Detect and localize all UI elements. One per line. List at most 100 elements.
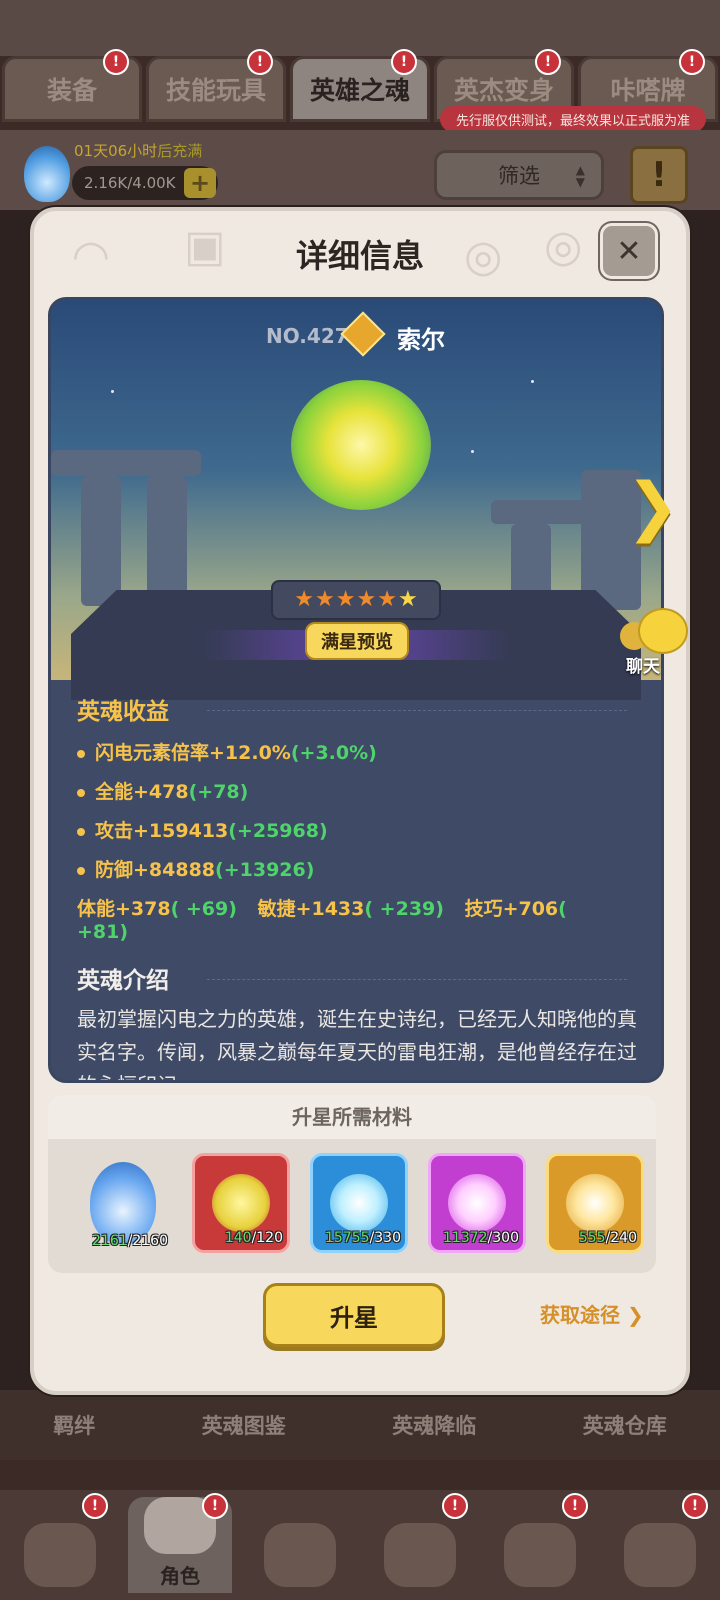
monster-icon xyxy=(624,1523,696,1587)
tab-label: 技能玩具 xyxy=(165,76,266,105)
upgrade-star-button[interactable]: 升星 xyxy=(263,1283,445,1347)
alert-icon: ! xyxy=(682,1493,708,1519)
divider xyxy=(207,710,627,711)
sub-nav-soul-codex[interactable]: 英魂图鉴 xyxy=(202,1410,286,1440)
star-icon: ★ xyxy=(335,587,356,612)
tab-hero-soul[interactable]: 英雄之魂 ! xyxy=(290,49,430,122)
alert-icon: ! xyxy=(247,49,273,75)
materials-title: 升星所需材料 xyxy=(48,1095,656,1139)
bullet-icon xyxy=(77,788,85,797)
soul-flame-icon xyxy=(24,146,70,202)
blue-essence-icon xyxy=(330,1174,388,1232)
stat-label: 防御+84888 xyxy=(95,859,216,881)
sub-nav: 羁绊 英魂图鉴 英魂降临 英魂仓库 xyxy=(0,1390,720,1460)
alert-icon: ! xyxy=(679,49,705,75)
sub-nav-bond[interactable]: 羁绊 xyxy=(53,1410,95,1440)
full-star-preview-button[interactable]: 满星预览 xyxy=(305,622,409,660)
nav-item-battle[interactable] xyxy=(248,1497,352,1593)
sub-stat-bonus: ( +239) xyxy=(364,898,444,920)
material-have: 11372 xyxy=(443,1230,488,1246)
sub-stat-label: 技巧+706 xyxy=(464,898,559,920)
sub-stat-label: 敏捷+1433 xyxy=(257,898,365,920)
hero-shard-icon xyxy=(212,1174,270,1232)
star-icon: ★ xyxy=(377,587,397,612)
sub-stat: 敏捷+1433( +239) xyxy=(258,898,444,920)
close-icon[interactable]: ✕ xyxy=(600,223,658,279)
stat-label: 闪电元素倍率+12.0% xyxy=(95,742,291,764)
nav-item-companion[interactable]: ! xyxy=(8,1493,112,1593)
sub-stat: 体能+378( +69) xyxy=(77,898,237,920)
lightning-hero-icon xyxy=(291,380,431,510)
material-hero-shard[interactable]: 140/120 xyxy=(192,1153,290,1253)
sub-nav-soul-storage[interactable]: 英魂仓库 xyxy=(583,1410,667,1440)
nav-item-character[interactable]: 角色 ! xyxy=(128,1493,232,1593)
stat-bonus: (+25968) xyxy=(228,820,328,842)
hero-number: NO.427 xyxy=(266,324,349,348)
divider xyxy=(207,979,627,980)
material-have: 140 xyxy=(224,1230,252,1246)
stat-line: 防御+84888(+13926) xyxy=(77,855,637,882)
sky-star xyxy=(471,450,474,453)
tab-equipment[interactable]: 装备 ! xyxy=(2,49,142,122)
material-count: 2161/2160 xyxy=(92,1233,168,1249)
material-count: 555/240 xyxy=(579,1230,637,1246)
hero-name: 索尔 xyxy=(397,326,445,354)
rarity-gem-icon xyxy=(340,311,386,357)
bullet-icon xyxy=(77,827,85,836)
material-gold-essence[interactable]: 555/240 xyxy=(546,1153,644,1253)
tab-skill-toys[interactable]: 技能玩具 ! xyxy=(146,49,286,122)
stat-bonus: (+13926) xyxy=(215,859,315,881)
material-soul-flame[interactable]: 2161/2160 xyxy=(74,1153,172,1253)
filter-button[interactable]: 筛选 ▲ ▼ xyxy=(434,150,604,200)
bullet-icon xyxy=(77,866,85,875)
tab-label: 英杰变身 xyxy=(453,76,554,105)
alert-icon: ! xyxy=(562,1493,588,1519)
material-need: /120 xyxy=(251,1230,283,1246)
nav-label: 角色 xyxy=(160,1564,200,1588)
sub-stats: 体能+378( +69) 敏捷+1433( +239) 技巧+706( +81) xyxy=(77,894,637,943)
refill-suffix: 后充满 xyxy=(157,142,203,160)
nav-item-shop[interactable]: ! xyxy=(488,1493,592,1593)
fox-icon xyxy=(504,1523,576,1587)
material-count: 15755/330 xyxy=(325,1230,401,1246)
nav-item-more[interactable]: ! xyxy=(608,1493,712,1593)
material-need: /240 xyxy=(605,1230,637,1246)
blue-flame-icon xyxy=(90,1162,156,1244)
material-need: /330 xyxy=(369,1230,401,1246)
star-icon: ★ xyxy=(294,587,315,612)
stone-pillar xyxy=(147,476,187,606)
next-hero-arrow-icon[interactable]: ❯ xyxy=(626,472,686,542)
star-icon: ★ xyxy=(315,587,335,612)
bear-icon xyxy=(24,1523,96,1587)
soul-intro-text: 最初掌握闪电之力的英雄，诞生在史诗纪，已经无人知晓他的真实名字。传闻，风暴之巅每… xyxy=(77,1007,637,1080)
stat-line: 全能+478(+78) xyxy=(77,777,637,804)
material-blue-essence[interactable]: 15755/330 xyxy=(310,1153,408,1253)
star-icon: ★ xyxy=(356,587,377,612)
sub-stat-label: 体能+378 xyxy=(77,898,171,920)
nav-item-guild[interactable]: ! xyxy=(368,1493,472,1593)
chat-button[interactable]: 聊天 xyxy=(614,608,694,678)
material-purple-essence[interactable]: 11372/300 xyxy=(428,1153,526,1253)
obtain-path-link[interactable]: 获取途径 ❯ xyxy=(540,1299,644,1328)
info-scroll-icon[interactable]: ! xyxy=(630,146,688,204)
alert-icon: ! xyxy=(442,1493,468,1519)
sky-star xyxy=(111,390,114,393)
detail-dialog: ◠ ▣ ◎ ◎ 详细信息 ✕ NO.427 索尔 ★ ★ ★ ★ ★ ★ 满星预… xyxy=(30,207,690,1395)
sort-arrows-icon: ▲ ▼ xyxy=(575,163,585,189)
materials-row: 2161/2160 140/120 15755/330 11372/300 55… xyxy=(74,1153,644,1253)
refill-timer: 01天06小时后充满 xyxy=(74,140,202,161)
stone-pillar xyxy=(81,476,121,606)
sub-nav-soul-summon[interactable]: 英魂降临 xyxy=(392,1410,476,1440)
filter-label: 筛选 xyxy=(498,164,540,188)
refill-time: 01天06小时 xyxy=(74,142,158,160)
soul-bonus-title: 英魂收益 xyxy=(77,699,169,725)
elder-icon xyxy=(384,1523,456,1587)
bottom-nav: ! 角色 ! ! ! ! xyxy=(0,1490,720,1600)
plus-icon[interactable]: + xyxy=(184,168,216,198)
material-need: /2160 xyxy=(127,1233,168,1249)
info-area: 英魂收益 闪电元素倍率+12.0%(+3.0%) 全能+478(+78) 攻击+… xyxy=(77,692,637,1080)
bullet-icon xyxy=(77,749,85,758)
hero-thor-portrait xyxy=(271,360,451,530)
tab-label: 装备 xyxy=(46,76,97,105)
alert-icon: ! xyxy=(82,1493,108,1519)
